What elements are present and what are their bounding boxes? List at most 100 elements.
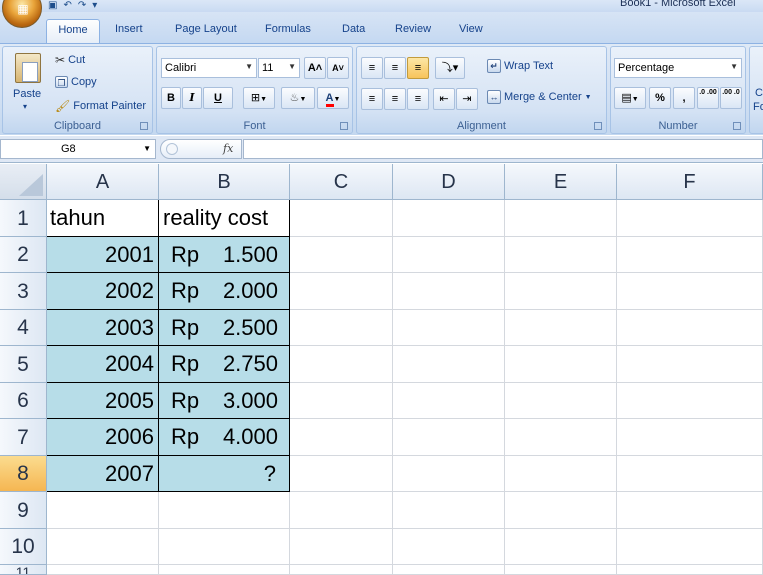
- cell-d2[interactable]: [393, 237, 505, 273]
- underline-button[interactable]: U: [203, 87, 233, 109]
- cell-d9[interactable]: [393, 492, 505, 529]
- cell-a2[interactable]: 2001: [47, 237, 159, 273]
- cell-e10[interactable]: [505, 529, 617, 565]
- cell-f11[interactable]: [617, 565, 763, 575]
- tab-review[interactable]: Review: [395, 23, 431, 35]
- column-header-b[interactable]: B: [159, 164, 290, 200]
- tab-view[interactable]: View: [459, 23, 483, 35]
- cell-b10[interactable]: [159, 529, 290, 565]
- alignment-launcher-icon[interactable]: [594, 122, 602, 130]
- clipboard-launcher-icon[interactable]: [140, 122, 148, 130]
- cell-b11[interactable]: [159, 565, 290, 575]
- row-header-1[interactable]: 1: [0, 200, 47, 237]
- tab-insert[interactable]: Insert: [115, 23, 143, 35]
- cell-e1[interactable]: [505, 200, 617, 237]
- cell-c4[interactable]: [290, 310, 393, 346]
- cell-c2[interactable]: [290, 237, 393, 273]
- font-size-combo[interactable]: 11 ▼: [258, 58, 300, 78]
- tab-data[interactable]: Data: [342, 23, 365, 35]
- paste-dropdown-icon[interactable]: ▾: [23, 102, 27, 111]
- row-header-3[interactable]: 3: [0, 273, 47, 310]
- name-box[interactable]: G8 ▼: [0, 139, 156, 159]
- cell-e2[interactable]: [505, 237, 617, 273]
- cell-b3[interactable]: Rp 2.000: [159, 273, 290, 310]
- redo-icon[interactable]: ↷: [78, 1, 86, 11]
- column-header-d[interactable]: D: [393, 164, 505, 200]
- cell-f7[interactable]: [617, 419, 763, 456]
- row-header-2[interactable]: 2: [0, 237, 47, 273]
- cell-a3[interactable]: 2002: [47, 273, 159, 310]
- customize-qat-icon[interactable]: ▾: [92, 1, 97, 11]
- cell-a8[interactable]: 2007: [47, 456, 159, 492]
- cell-a10[interactable]: [47, 529, 159, 565]
- orientation-icon[interactable]: ⤵▾: [435, 57, 465, 79]
- row-header-5[interactable]: 5: [0, 346, 47, 383]
- cell-e8[interactable]: [505, 456, 617, 492]
- cell-e7[interactable]: [505, 419, 617, 456]
- cell-e5[interactable]: [505, 346, 617, 383]
- column-header-f[interactable]: F: [617, 164, 763, 200]
- tab-home[interactable]: Home: [46, 19, 100, 46]
- borders-button[interactable]: ⊞▼: [243, 87, 275, 109]
- cell-f2[interactable]: [617, 237, 763, 273]
- cell-c10[interactable]: [290, 529, 393, 565]
- align-top-icon[interactable]: ≡: [361, 57, 383, 79]
- accounting-format-button[interactable]: ▤▼: [614, 87, 646, 109]
- font-launcher-icon[interactable]: [340, 122, 348, 130]
- number-format-combo[interactable]: Percentage ▼: [614, 58, 742, 78]
- expand-formula-icon[interactable]: [166, 143, 178, 155]
- cell-d3[interactable]: [393, 273, 505, 310]
- undo-icon[interactable]: ↶: [63, 1, 71, 11]
- save-icon[interactable]: ▣: [48, 1, 57, 11]
- align-middle-icon[interactable]: ≡: [384, 57, 406, 79]
- cell-b2[interactable]: Rp 1.500: [159, 237, 290, 273]
- cell-e3[interactable]: [505, 273, 617, 310]
- cell-d10[interactable]: [393, 529, 505, 565]
- shrink-font-button[interactable]: A˅: [327, 57, 349, 79]
- cell-a1[interactable]: tahun: [47, 200, 159, 237]
- row-header-6[interactable]: 6: [0, 383, 47, 419]
- number-launcher-icon[interactable]: [733, 122, 741, 130]
- row-header-8[interactable]: 8: [0, 456, 47, 492]
- grow-font-button[interactable]: A˄: [304, 57, 326, 79]
- cell-b4[interactable]: Rp 2.500: [159, 310, 290, 346]
- row-header-4[interactable]: 4: [0, 310, 47, 346]
- paste-icon[interactable]: [15, 53, 41, 83]
- fill-color-button[interactable]: ♨▼: [281, 87, 315, 109]
- cell-f10[interactable]: [617, 529, 763, 565]
- cell-a5[interactable]: 2004: [47, 346, 159, 383]
- cell-f8[interactable]: [617, 456, 763, 492]
- cell-a6[interactable]: 2005: [47, 383, 159, 419]
- cell-f4[interactable]: [617, 310, 763, 346]
- cut-button[interactable]: ✂ Cut: [55, 53, 85, 67]
- row-header-7[interactable]: 7: [0, 419, 47, 456]
- italic-button[interactable]: I: [182, 87, 202, 109]
- cell-a9[interactable]: [47, 492, 159, 529]
- cell-e11[interactable]: [505, 565, 617, 575]
- copy-button[interactable]: ❐ Copy: [55, 76, 97, 88]
- cell-d6[interactable]: [393, 383, 505, 419]
- cell-d7[interactable]: [393, 419, 505, 456]
- formula-input[interactable]: [243, 139, 763, 159]
- cell-f5[interactable]: [617, 346, 763, 383]
- cell-d11[interactable]: [393, 565, 505, 575]
- cell-a4[interactable]: 2003: [47, 310, 159, 346]
- cell-c1[interactable]: [290, 200, 393, 237]
- cell-a7[interactable]: 2006: [47, 419, 159, 456]
- increase-decimal-button[interactable]: .0 .00: [697, 87, 719, 109]
- bold-button[interactable]: B: [161, 87, 181, 109]
- percent-style-button[interactable]: %: [649, 87, 671, 109]
- cell-b7[interactable]: Rp 4.000: [159, 419, 290, 456]
- cell-a11[interactable]: [47, 565, 159, 575]
- increase-indent-icon[interactable]: ⇥: [456, 88, 478, 110]
- decrease-indent-icon[interactable]: ⇤: [433, 88, 455, 110]
- insert-function-icon[interactable]: fx: [223, 142, 233, 155]
- cell-f9[interactable]: [617, 492, 763, 529]
- cell-b5[interactable]: Rp 2.750: [159, 346, 290, 383]
- decrease-decimal-button[interactable]: .00 .0: [720, 87, 742, 109]
- cell-c6[interactable]: [290, 383, 393, 419]
- merge-center-button[interactable]: ↔ Merge & Center ▼: [487, 90, 592, 104]
- cell-b8[interactable]: ?: [159, 456, 290, 492]
- cell-c9[interactable]: [290, 492, 393, 529]
- align-center-icon[interactable]: ≡: [384, 88, 406, 110]
